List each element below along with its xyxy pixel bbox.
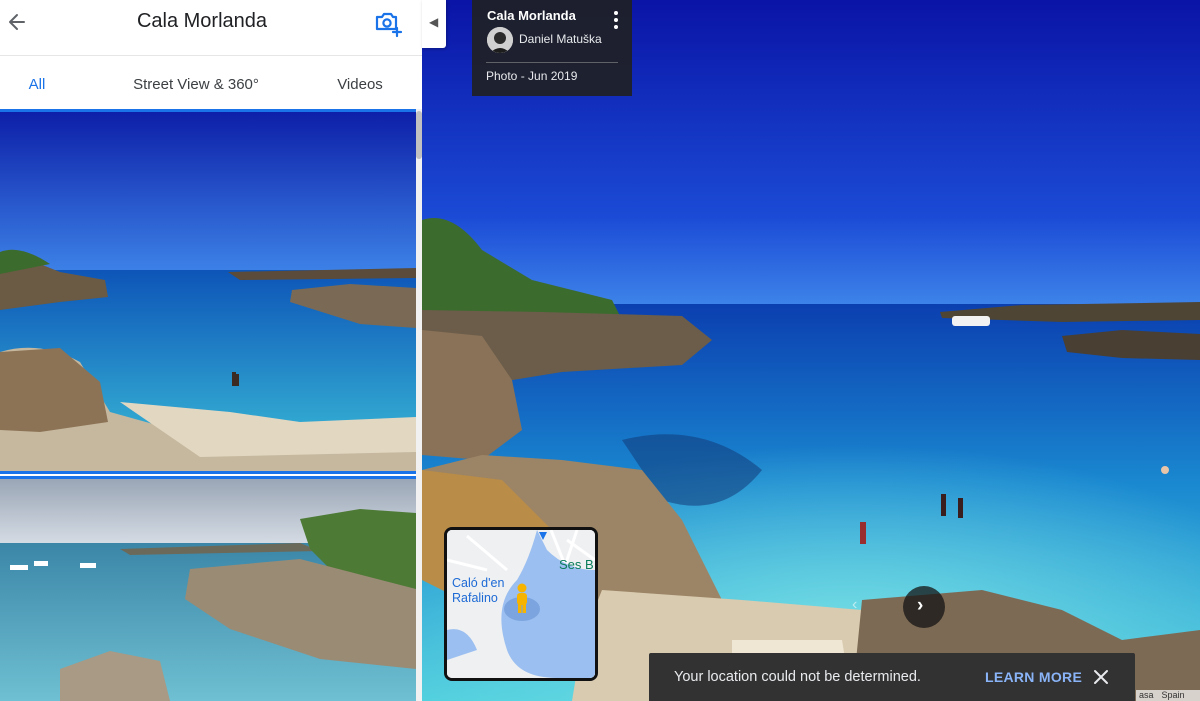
chevron-right-icon: › xyxy=(917,595,924,616)
more-options-button[interactable] xyxy=(606,8,626,32)
map-credit-left: asa xyxy=(1139,690,1154,700)
map-credit: asa Spain xyxy=(1136,690,1200,701)
mini-map[interactable]: Caló d'en Rafalino Ses B xyxy=(444,527,598,681)
tab-videos[interactable]: Videos xyxy=(322,57,398,109)
tab-all[interactable]: All xyxy=(14,57,60,109)
learn-more-button[interactable]: LEARN MORE xyxy=(985,669,1082,685)
photo-grid xyxy=(0,109,416,701)
add-photo-button[interactable] xyxy=(372,8,404,40)
photo-tabs: All Street View & 360° Videos xyxy=(0,57,422,165)
next-photo-button[interactable]: › xyxy=(903,586,945,628)
photo-thumbnail-selected[interactable] xyxy=(0,109,416,474)
tab-street-view-360[interactable]: Street View & 360° xyxy=(112,57,280,109)
more-vert-icon xyxy=(614,11,618,29)
author-name[interactable]: Daniel Matuška xyxy=(519,32,602,46)
card-divider xyxy=(486,62,618,63)
map-label-ses-b: Ses B xyxy=(559,557,594,572)
panel-header: Cala Morlanda xyxy=(0,0,422,56)
map-label-calo-den-rafalino: Caló d'en Rafalino xyxy=(452,576,505,605)
prev-chevron-icon[interactable]: ‹ xyxy=(852,596,857,614)
close-icon xyxy=(1094,670,1108,684)
cove-photo-thumbnail xyxy=(0,112,416,471)
add-photo-camera-icon xyxy=(375,12,403,38)
photo-place-title: Cala Morlanda xyxy=(487,8,576,23)
photo-thumbnail[interactable] xyxy=(0,476,416,701)
arrow-left-icon xyxy=(9,14,25,30)
caret-left-icon: ◀ xyxy=(429,15,439,29)
person-avatar-icon xyxy=(487,27,513,53)
location-snackbar: Your location could not be determined. L… xyxy=(649,653,1135,701)
author-avatar[interactable] xyxy=(487,27,513,53)
bay-photo-thumbnail xyxy=(0,479,416,701)
collapse-panel-button[interactable]: ◀ xyxy=(422,0,446,48)
snackbar-message: Your location could not be determined. xyxy=(674,669,921,685)
photo-info-card: Cala Morlanda Daniel Matuška Photo - Jun… xyxy=(472,0,632,96)
snackbar-close-button[interactable] xyxy=(1091,667,1111,687)
photo-date: Photo - Jun 2019 xyxy=(486,69,578,83)
back-button[interactable] xyxy=(4,8,32,36)
photo-panel: Cala Morlanda All Street View & 360° Vid… xyxy=(0,0,422,701)
panel-title: Cala Morlanda xyxy=(136,10,268,32)
map-credit-right: Spain xyxy=(1161,690,1185,700)
